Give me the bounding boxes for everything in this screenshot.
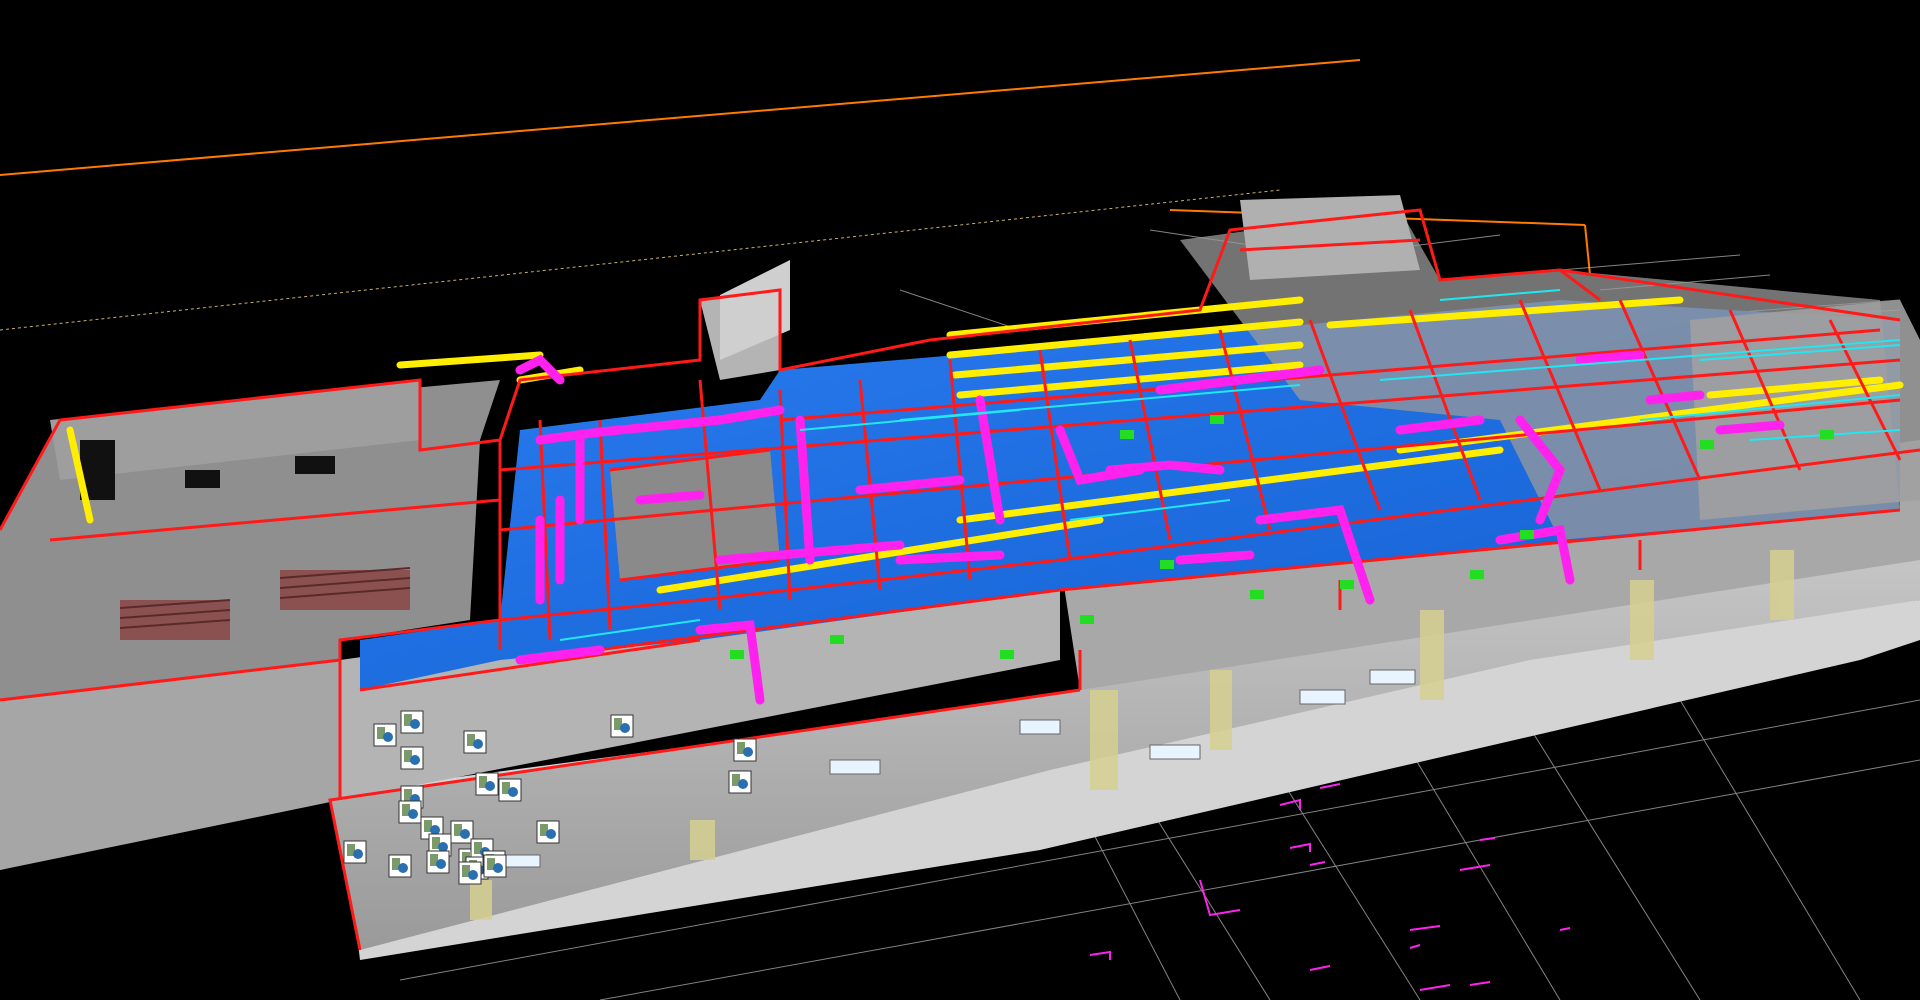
bim-model-scene[interactable] — [0, 0, 1920, 1000]
clash-report-icon[interactable] — [400, 710, 424, 734]
clash-report-icon[interactable] — [450, 820, 474, 844]
clash-report-icon[interactable] — [483, 854, 507, 878]
clash-report-icon[interactable] — [610, 714, 634, 738]
clash-report-icon[interactable] — [373, 723, 397, 747]
clash-report-icon[interactable] — [343, 840, 367, 864]
clash-report-icon[interactable] — [388, 854, 412, 878]
clash-report-icon[interactable] — [733, 738, 757, 762]
clash-report-icon[interactable] — [728, 770, 752, 794]
west-window-2 — [295, 456, 335, 474]
clash-report-icon[interactable] — [463, 730, 487, 754]
clash-report-icon[interactable] — [458, 861, 482, 885]
clash-report-icon[interactable] — [498, 778, 522, 802]
clash-report-icon[interactable] — [475, 772, 499, 796]
clash-report-icon[interactable] — [536, 820, 560, 844]
model-viewport[interactable] — [0, 0, 1920, 1000]
west-window-1 — [185, 470, 220, 488]
clash-report-icon[interactable] — [426, 850, 450, 874]
stair-core — [1240, 195, 1420, 280]
clash-report-icon[interactable] — [400, 746, 424, 770]
clash-report-icon[interactable] — [398, 800, 422, 824]
